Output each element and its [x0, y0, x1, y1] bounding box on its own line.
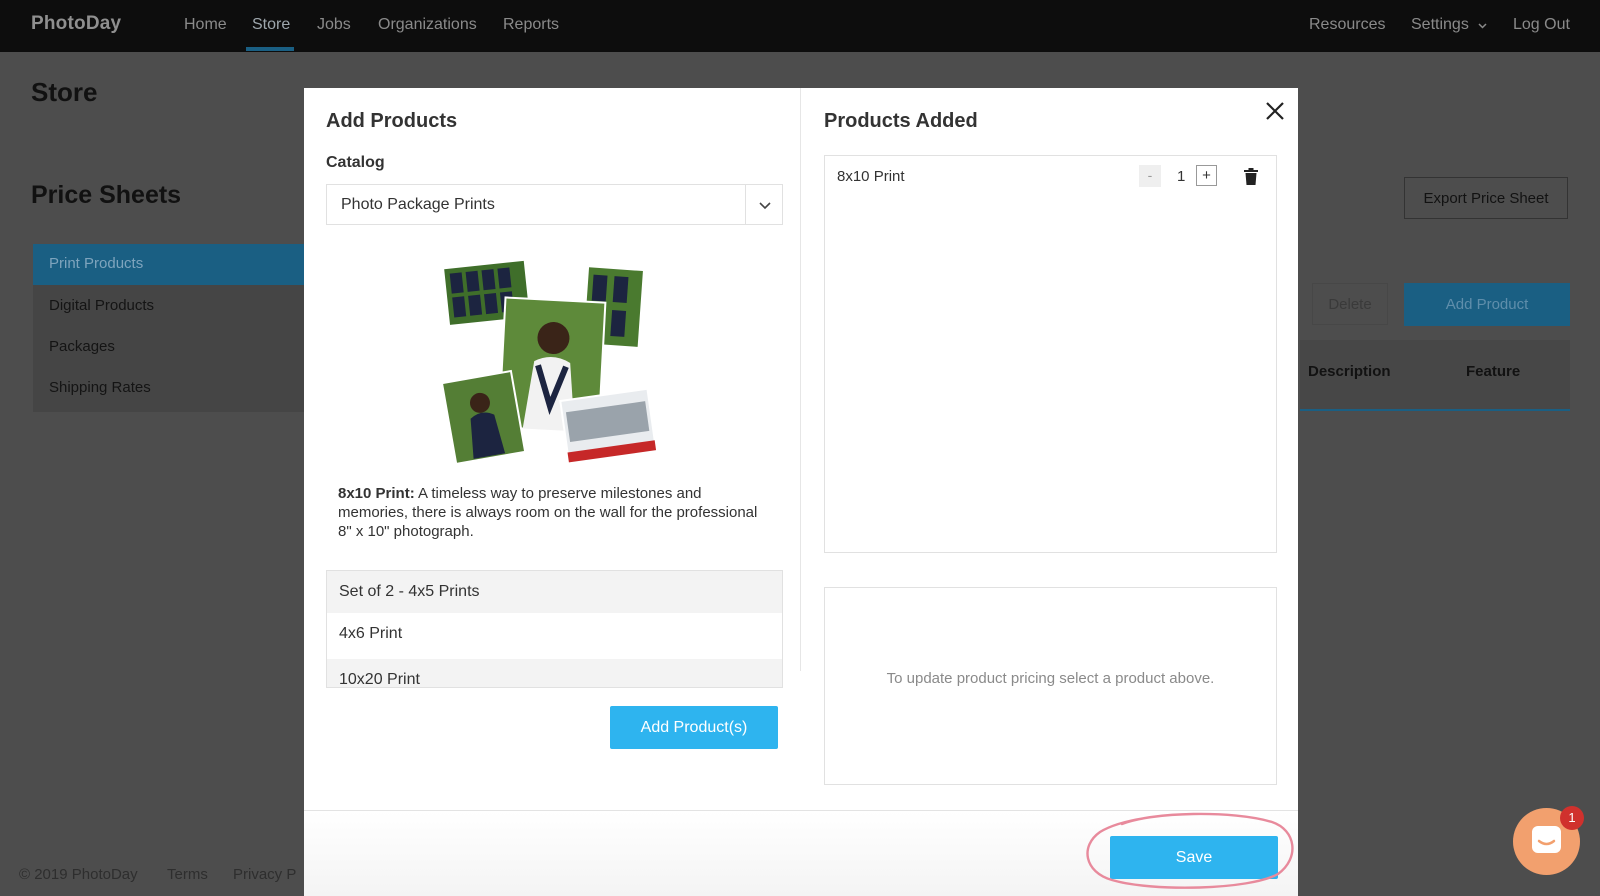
list-item-label: Set of 2 - 4x5 Prints	[339, 583, 480, 600]
close-icon[interactable]	[1264, 100, 1286, 122]
catalog-select[interactable]: Photo Package Prints	[326, 184, 783, 225]
chevron-down-icon	[759, 202, 771, 210]
quantity-value: 1	[1177, 168, 1186, 185]
footer-terms-link[interactable]: Terms	[167, 866, 208, 883]
chat-icon	[1532, 826, 1561, 853]
notification-badge: 1	[1560, 806, 1584, 830]
price-sheet-sidebar: Print Products Digital Products Packages…	[33, 244, 313, 412]
sidebar-item-packages[interactable]: Packages	[49, 338, 115, 355]
page-title: Store	[31, 77, 98, 107]
quantity-decrease-button[interactable]: -	[1139, 165, 1161, 187]
chevron-down-icon	[1478, 23, 1487, 29]
pricing-hint: To update product pricing select a produ…	[886, 670, 1215, 687]
photoday-logo[interactable]: PhotoDay	[31, 13, 121, 35]
nav-home[interactable]: Home	[184, 16, 227, 34]
list-item-label: 4x6 Print	[339, 625, 403, 642]
add-products-modal: Add Products Products Added Catalog Phot…	[304, 88, 1298, 896]
footer-copyright: © 2019 PhotoDay	[19, 866, 138, 883]
product-description-name: 8x10 Print:	[338, 485, 415, 502]
product-preview-image	[442, 258, 658, 466]
column-divider	[800, 88, 801, 671]
add-product-button[interactable]: Add Product	[1404, 283, 1570, 326]
add-products-heading: Add Products	[326, 110, 458, 132]
products-added-list: 8x10 Print - 1 +	[824, 155, 1277, 553]
nav-store[interactable]: Store	[252, 16, 290, 34]
list-item[interactable]: 4x6 Print	[327, 613, 782, 655]
column-feature[interactable]: Feature	[1466, 363, 1520, 380]
nav-organizations[interactable]: Organizations	[378, 16, 477, 34]
product-description: 8x10 Print: A timeless way to preserve m…	[338, 484, 758, 541]
added-product-name[interactable]: 8x10 Print	[837, 168, 905, 185]
nav-resources[interactable]: Resources	[1309, 16, 1385, 34]
trash-icon[interactable]	[1244, 168, 1258, 185]
nav-logout[interactable]: Log Out	[1513, 16, 1570, 34]
sidebar-item-digital-products[interactable]: Digital Products	[49, 297, 154, 314]
select-separator	[745, 185, 746, 224]
catalog-label: Catalog	[326, 154, 385, 171]
sidebar-item-shipping-rates[interactable]: Shipping Rates	[49, 379, 151, 396]
list-item[interactable]: 10x20 Print	[327, 659, 782, 688]
products-added-heading: Products Added	[824, 110, 978, 132]
quantity-increase-button[interactable]: +	[1196, 165, 1217, 186]
highlight-circle-annotation	[1086, 812, 1294, 889]
top-navbar: PhotoDay Home Store Jobs Organizations R…	[0, 0, 1600, 52]
section-title: Price Sheets	[31, 181, 182, 209]
footer-privacy-link[interactable]: Privacy P	[233, 866, 296, 883]
column-description[interactable]: Description	[1308, 363, 1391, 380]
product-list[interactable]: Set of 2 - 4x5 Prints 4x6 Print 10x20 Pr…	[326, 570, 783, 688]
sidebar-item-print-products[interactable]: Print Products	[49, 255, 143, 272]
catalog-select-value: Photo Package Prints	[341, 196, 495, 213]
delete-button[interactable]: Delete	[1312, 283, 1388, 325]
table-header: Description Feature	[1300, 340, 1570, 411]
list-item-label: 10x20 Print	[339, 671, 420, 688]
export-price-sheet-button[interactable]: Export Price Sheet	[1404, 177, 1568, 219]
nav-reports[interactable]: Reports	[503, 16, 559, 34]
nav-active-indicator	[246, 47, 294, 51]
nav-settings[interactable]: Settings	[1411, 16, 1469, 34]
nav-jobs[interactable]: Jobs	[317, 16, 351, 34]
add-products-button[interactable]: Add Product(s)	[610, 706, 778, 749]
list-item[interactable]: Set of 2 - 4x5 Prints	[327, 571, 782, 613]
pricing-panel: To update product pricing select a produ…	[824, 587, 1277, 785]
